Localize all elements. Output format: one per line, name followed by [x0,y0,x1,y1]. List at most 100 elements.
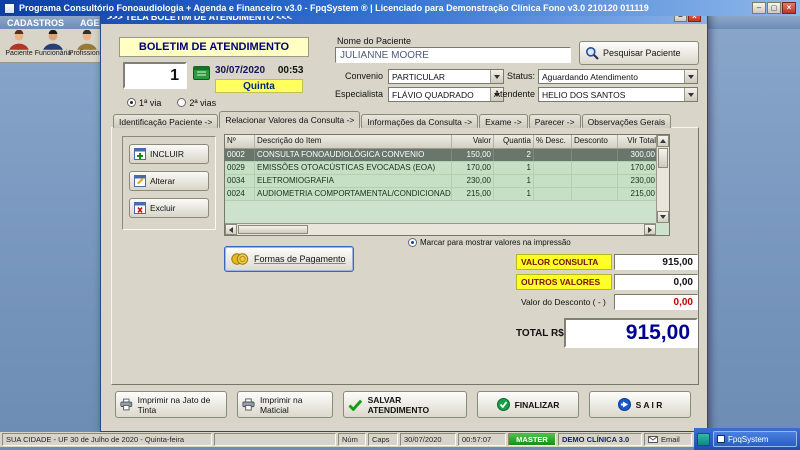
total-value: 915,00 [564,318,698,348]
col-header-valor[interactable]: Valor [452,135,494,148]
scroll-thumb[interactable] [658,148,668,168]
search-patient-button[interactable]: Pesquisar Paciente [579,41,699,65]
attendance-date: 30/07/2020 [215,65,266,76]
search-icon [586,47,599,60]
print-values-radio[interactable]: Marcar para mostrar valores na impressão [408,238,571,247]
table-row[interactable]: 0024 AUDIOMETRIA COMPORTAMENTAL/CONDICIO… [225,188,658,201]
maximize-icon[interactable] [767,2,781,14]
chevron-down-icon[interactable] [684,88,697,101]
scroll-thumb[interactable] [238,225,308,234]
via1-radio[interactable]: 1ª via [127,98,161,108]
via-options: 1ª via 2ª vias [127,98,216,108]
radio-icon [127,98,136,107]
record-number-field[interactable]: 1 [123,62,187,89]
table-row[interactable]: 0002 CONSULTA FONOAUDIOLÓGICA CONVENIO 1… [225,149,658,162]
patient-name-label: Nome do Paciente [337,36,412,46]
print-inkjet-button[interactable]: Imprimir na Jato de Tinta [115,391,227,418]
boletim-header: BOLETIM DE ATENDIMENTO [119,37,309,57]
col-header-perc-desc[interactable]: % Desc. [534,135,572,148]
radio-icon [408,238,417,247]
status-label: Status: [506,71,535,81]
status-select[interactable]: Aguardando Atendimento [538,69,698,84]
tab-identificacao[interactable]: Identificação Paciente -> [113,114,219,128]
sair-button[interactable]: S A I R [589,391,691,418]
attendance-time: 00:53 [277,65,304,76]
incluir-button[interactable]: INCLUIR [129,144,209,164]
calendar-icon [193,66,210,80]
tray-app-icon[interactable] [697,432,710,446]
convenio-label: Convenio [344,71,383,81]
status-email[interactable]: Email [644,433,692,446]
atendente-select[interactable]: HELIO DOS SANTOS [538,87,698,102]
tab-exame[interactable]: Exame -> [479,114,528,128]
chevron-down-icon[interactable] [684,70,697,83]
tab-panel: INCLUIR Alterar Excluir Nº Descrição do … [111,127,699,385]
status-master-badge: MASTER [508,433,556,446]
col-header-descricao[interactable]: Descrição do Item [255,135,452,148]
toolbar-item-funcionaria[interactable]: Funcionária [35,29,71,62]
items-table: Nº Descrição do Item Valor Quantia % Des… [224,134,670,236]
convenio-select[interactable]: PARTICULAR [388,69,504,84]
coins-icon [231,253,249,265]
statusbar: SUA CIDADE - UF 30 de Julho de 2020 - Qu… [0,432,694,447]
check-icon [348,399,363,411]
close-icon[interactable] [782,2,796,14]
horizontal-scrollbar[interactable] [225,223,656,235]
col-header-num[interactable]: Nº [225,135,255,148]
col-header-desconto[interactable]: Desconto [572,135,618,148]
excluir-button[interactable]: Excluir [129,198,209,218]
scroll-up-icon[interactable] [657,135,669,147]
valor-consulta-field[interactable]: 915,00 [614,254,698,270]
add-item-icon [134,148,146,160]
tab-valores-consulta[interactable]: Relacionar Valores da Consulta -> [219,111,361,128]
person-icon [77,30,97,50]
toolbar-item-profissional[interactable]: Profissional [69,29,105,62]
table-row[interactable]: 0029 EMISSÕES OTOACÚSTICAS EVOCADAS (EOA… [225,162,658,175]
scroll-down-icon[interactable] [657,211,669,223]
radio-icon [177,98,187,107]
scroll-left-icon[interactable] [225,224,237,235]
finalizar-icon [496,398,510,411]
col-header-quantia[interactable]: Quantia [494,135,534,148]
tab-observacoes[interactable]: Observações Gerais [581,114,672,128]
col-header-vlr-total[interactable]: Vlr Total [618,135,658,148]
taskbar-app-button[interactable]: FpqSystem [713,431,797,447]
tab-parecer[interactable]: Parecer -> [528,114,581,128]
toolbar: Paciente Funcionária Profissional [0,29,105,63]
toolbar-label: Paciente [5,50,33,57]
desconto-label: Valor do Desconto ( - ) [521,297,606,307]
alterar-button[interactable]: Alterar [129,171,209,191]
tab-informacoes[interactable]: Informações da Consulta -> [361,114,479,128]
vertical-scrollbar[interactable] [656,135,669,223]
desconto-field[interactable]: 0,00 [614,294,698,310]
especialista-label: Especialista [334,89,383,99]
finalizar-button[interactable]: FINALIZAR [477,391,579,418]
app-icon [4,2,15,14]
via2-radio[interactable]: 2ª vias [177,98,216,108]
minimize-icon[interactable] [752,2,766,14]
formas-pagamento-button[interactable]: Formas de Pagamento [224,246,354,272]
app-window: Programa Consultório Fonoaudiologia + Ag… [0,0,800,450]
outros-valores-field[interactable]: 0,00 [614,274,698,290]
patient-name-field[interactable]: JULIANNE MOORE [335,47,571,63]
printer-icon [120,398,133,411]
exit-icon [617,398,631,411]
boletim-dialog: >>> TELA BOLETIM DE ATENDIMENTO <<< BOLE… [100,8,708,432]
person-icon [43,30,63,50]
salvar-atendimento-button[interactable]: SALVAR ATENDIMENTO [343,391,467,418]
menu-cadastros[interactable]: CADASTROS [7,18,64,28]
table-header-row: Nº Descrição do Item Valor Quantia % Des… [225,135,658,149]
especialista-select[interactable]: FLÁVIO QUADRADO [388,87,504,102]
toolbar-item-paciente[interactable]: Paciente [2,29,36,62]
app-titlebar: Programa Consultório Fonoaudiologia + Ag… [0,0,800,16]
status-clinic: DEMO CLÍNICA 3.0 [558,433,642,446]
status-numlock: Núm [338,433,366,446]
table-row[interactable]: 0034 ELETROMIOGRAFIA 230,00 1 230,00 [225,175,658,188]
person-icon [9,30,29,50]
status-time: 00:57:07 [458,433,506,446]
print-matrix-button[interactable]: Imprimir na Maticial [237,391,333,418]
email-icon [648,436,658,443]
scroll-right-icon[interactable] [644,224,656,235]
edit-item-icon [134,175,146,187]
window-controls [752,2,796,14]
